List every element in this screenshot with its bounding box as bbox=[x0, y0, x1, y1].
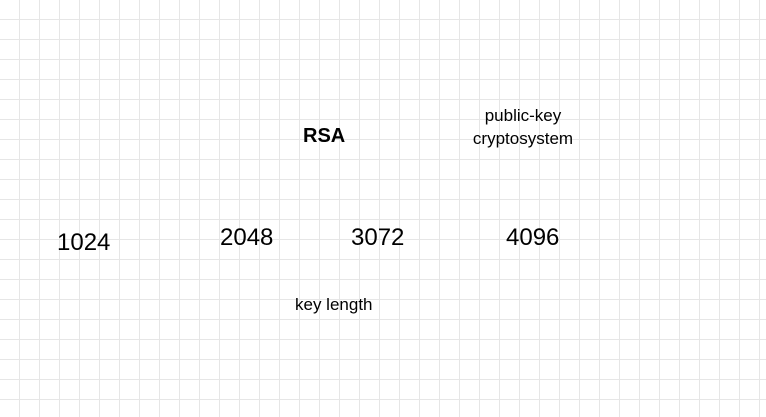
diagram-canvas: RSA public-key cryptosystem 1024 2048 30… bbox=[0, 0, 766, 417]
diagram-title: RSA bbox=[303, 125, 346, 147]
key-size-1024: 1024 bbox=[57, 229, 111, 256]
key-size-4096: 4096 bbox=[506, 224, 560, 251]
key-size-2048: 2048 bbox=[220, 224, 274, 251]
diagram-subtitle: public-key cryptosystem bbox=[472, 106, 574, 148]
key-length-label: key length bbox=[295, 295, 373, 314]
key-size-3072: 3072 bbox=[351, 224, 405, 251]
